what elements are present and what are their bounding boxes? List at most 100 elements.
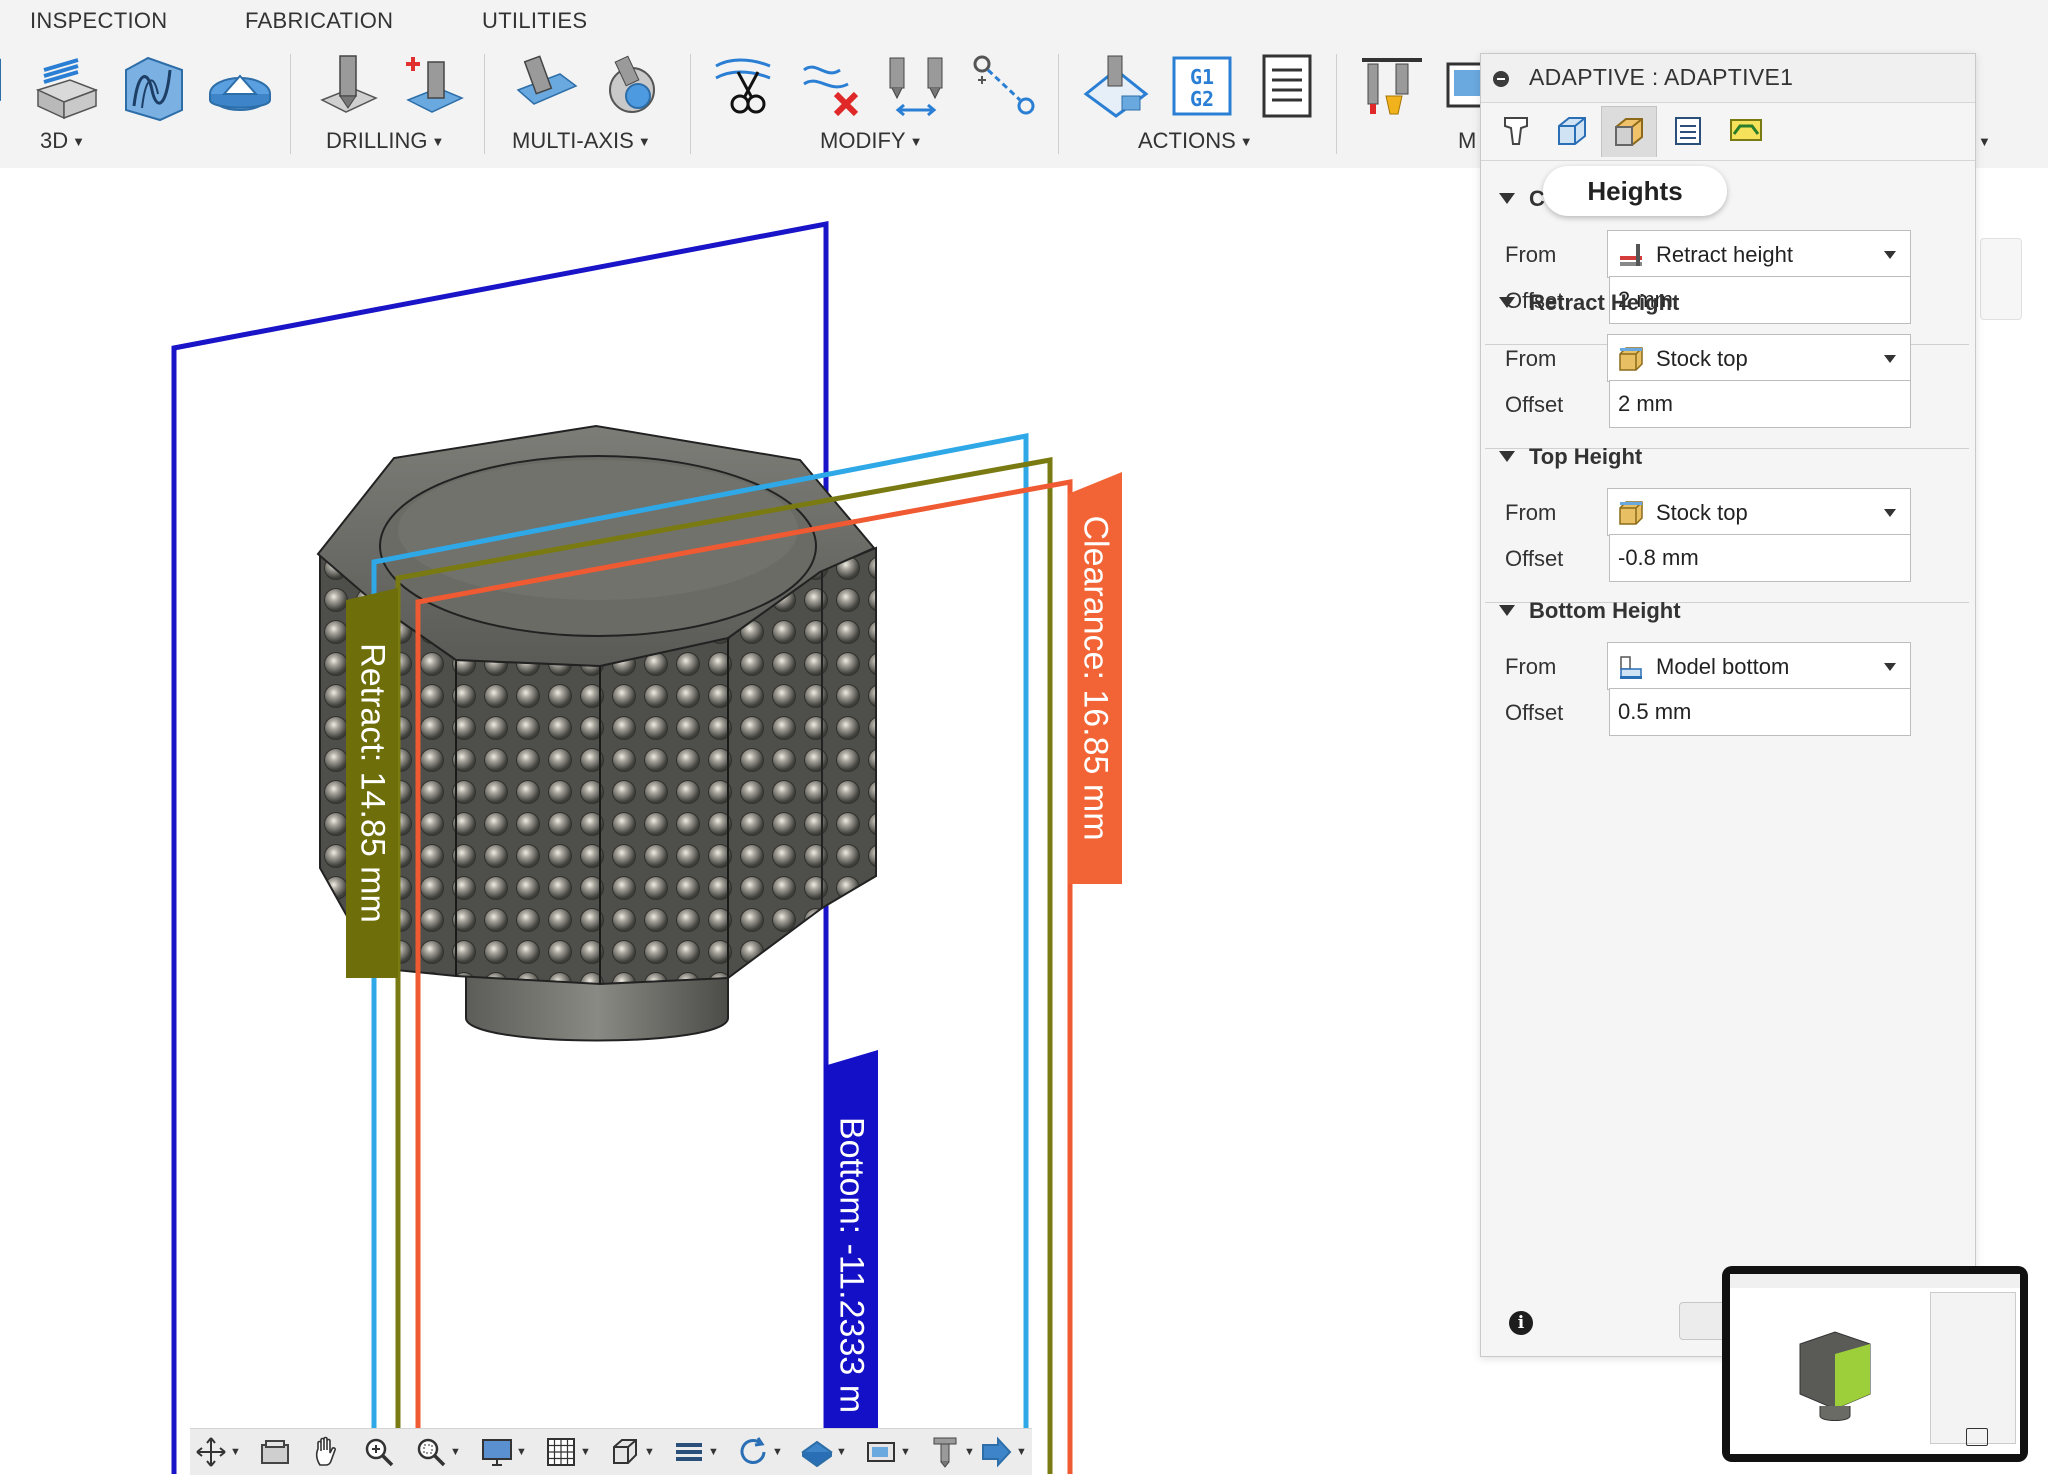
move-toolpath-icon[interactable] [968, 50, 1040, 122]
simulate-icon[interactable] [1080, 50, 1152, 122]
expand-triangle-icon [1499, 451, 1515, 462]
refresh-icon[interactable]: ▼ [736, 1435, 786, 1469]
material-icon[interactable]: ▼ [800, 1435, 850, 1469]
bottom-from-dropdown[interactable]: Model bottom [1607, 642, 1911, 690]
grid-icon[interactable]: ▼ [544, 1435, 594, 1469]
swarf-icon[interactable] [510, 50, 582, 122]
screen-thumbnail[interactable] [1722, 1266, 2028, 1462]
heights-tab-icon [1615, 118, 1643, 146]
collapse-icon[interactable] [1493, 71, 1509, 87]
offset-label: Offset [1505, 546, 1564, 571]
tab-tool[interactable] [1489, 106, 1543, 156]
tab-utilities[interactable]: UTILITIES [482, 8, 587, 34]
panel-title: ADAPTIVE : ADAPTIVE1 [1529, 64, 1794, 90]
tool-display-icon[interactable]: ▼ [928, 1435, 978, 1469]
zoom-window-icon[interactable]: ▼ [414, 1435, 464, 1469]
top-from-dropdown[interactable]: Stock top [1607, 488, 1911, 536]
bottom-from-value: Model bottom [1656, 654, 1790, 679]
tab-geometry[interactable] [1545, 106, 1599, 156]
drill-icon[interactable] [312, 50, 384, 122]
expand-triangle-icon [1499, 297, 1515, 308]
group-divider [484, 54, 485, 154]
from-label: From [1505, 242, 1557, 267]
svg-text:G2: G2 [1190, 87, 1214, 111]
group-actions-dropdown[interactable]: ACTIONS ▼ [1138, 128, 1253, 154]
clearance-from-dropdown[interactable]: Retract height [1607, 230, 1911, 278]
group-drilling-dropdown[interactable]: DRILLING ▼ [326, 128, 444, 154]
top-height-header[interactable]: Top Height [1499, 444, 1642, 470]
clearance-height-header[interactable]: Ct [1499, 186, 1708, 212]
expand-triangle-icon [1499, 605, 1515, 616]
retract-from-dropdown[interactable]: Stock top [1607, 334, 1911, 382]
post-process-icon[interactable]: G1 G2 [1166, 50, 1238, 122]
adaptive-operation-panel: ADAPTIVE : ADAPTIVE1 Heights Ct From Ret… [1480, 53, 1976, 1357]
model-right-face [821, 546, 877, 910]
heights-tooltip: Heights [1543, 166, 1727, 216]
retract-height-icon [1620, 244, 1642, 266]
view-cube-icon[interactable]: ▼ [608, 1435, 658, 1469]
partial-3d-tool-icon[interactable] [0, 50, 20, 122]
export-icon[interactable]: ▼ [980, 1435, 1030, 1469]
bottom-label-tag: Bottom: -11.2333 m [824, 1050, 878, 1474]
info-icon[interactable]: i [1509, 1311, 1533, 1335]
tool-library-icon[interactable] [1356, 50, 1428, 122]
hole-recognition-icon[interactable] [398, 50, 470, 122]
offset-label: Offset [1505, 700, 1564, 725]
group-divider [1058, 54, 1059, 154]
zoom-icon[interactable] [362, 1435, 412, 1469]
navigation-bar: ▼ ▼ ▼ ▼ ▼ ▼ ▼ ▼ ▼ ▼ ▼ [190, 1428, 1032, 1475]
linking-tab-icon [1730, 119, 1762, 141]
thumbnail-model-icon [1799, 1331, 1871, 1421]
retract-label: Retract: 14.85 mm [353, 643, 392, 923]
delete-toolpath-icon[interactable] [796, 50, 868, 122]
3d-scallop-icon[interactable] [118, 50, 190, 122]
bottom-label: Bottom: -11.2333 m [832, 1116, 871, 1414]
orbit-icon[interactable]: ▼ [194, 1435, 244, 1469]
layers-icon[interactable]: ▼ [672, 1435, 722, 1469]
retract-label-tag: Retract: 14.85 mm [346, 588, 398, 978]
tab-inspection[interactable]: INSPECTION [30, 8, 167, 34]
bottom-height-header[interactable]: Bottom Height [1499, 598, 1681, 624]
thumbnail-screen [1730, 1274, 2020, 1454]
dropdown-arrow-icon [1884, 663, 1896, 671]
partial-manage-icon[interactable] [1440, 50, 1480, 122]
display-settings-icon[interactable]: ▼ [480, 1435, 530, 1469]
3d-pocket-icon[interactable] [204, 50, 276, 122]
from-label: From [1505, 654, 1557, 679]
tab-heights[interactable] [1601, 106, 1657, 157]
3d-parallel-icon[interactable] [30, 50, 102, 122]
retract-height-header[interactable]: Retract Height [1499, 290, 1679, 316]
group-3d-dropdown[interactable]: 3D ▼ [40, 128, 85, 154]
model-bottom-icon [1620, 656, 1642, 679]
expand-triangle-icon [1499, 193, 1515, 204]
view-cube[interactable] [1980, 238, 2022, 320]
retract-offset-input[interactable]: 2 mm [1609, 380, 1911, 428]
multi-axis-contour-icon[interactable] [596, 50, 668, 122]
group-multi-axis-dropdown[interactable]: MULTI-AXIS ▼ [512, 128, 651, 154]
group-partial-label[interactable]: M [1458, 128, 1476, 154]
panel-header: ADAPTIVE : ADAPTIVE1 [1481, 54, 1975, 103]
tab-fabrication[interactable]: FABRICATION [245, 8, 393, 34]
clearance-label: Clearance: 16.85 mm [1076, 515, 1115, 841]
dropdown-arrow-icon [1884, 355, 1896, 363]
top-from-value: Stock top [1656, 500, 1748, 525]
pan-icon[interactable] [310, 1435, 360, 1469]
stock-top-icon [1619, 501, 1643, 525]
look-at-icon[interactable] [258, 1435, 308, 1469]
dropdown-arrow-icon [1884, 509, 1896, 517]
top-offset-input[interactable]: -0.8 mm [1609, 534, 1911, 582]
from-label: From [1505, 346, 1557, 371]
setup-sheet-icon[interactable] [1252, 50, 1324, 122]
dropdown-arrow-icon [1884, 251, 1896, 259]
trim-scissors-icon[interactable] [710, 50, 782, 122]
camera-icon[interactable]: ▼ [864, 1435, 914, 1469]
group-modify-dropdown[interactable]: MODIFY ▼ [820, 128, 922, 154]
bottom-offset-input[interactable]: 0.5 mm [1609, 688, 1911, 736]
tab-linking[interactable] [1719, 106, 1773, 156]
offset-label: Offset [1505, 392, 1564, 417]
tab-passes[interactable] [1661, 106, 1715, 156]
svg-text:G1: G1 [1190, 65, 1214, 89]
tool-swap-icon[interactable] [882, 50, 954, 122]
overflow-caret[interactable]: ▼ [1974, 128, 1991, 154]
clearance-label-tag: Clearance: 16.85 mm [1068, 472, 1122, 884]
